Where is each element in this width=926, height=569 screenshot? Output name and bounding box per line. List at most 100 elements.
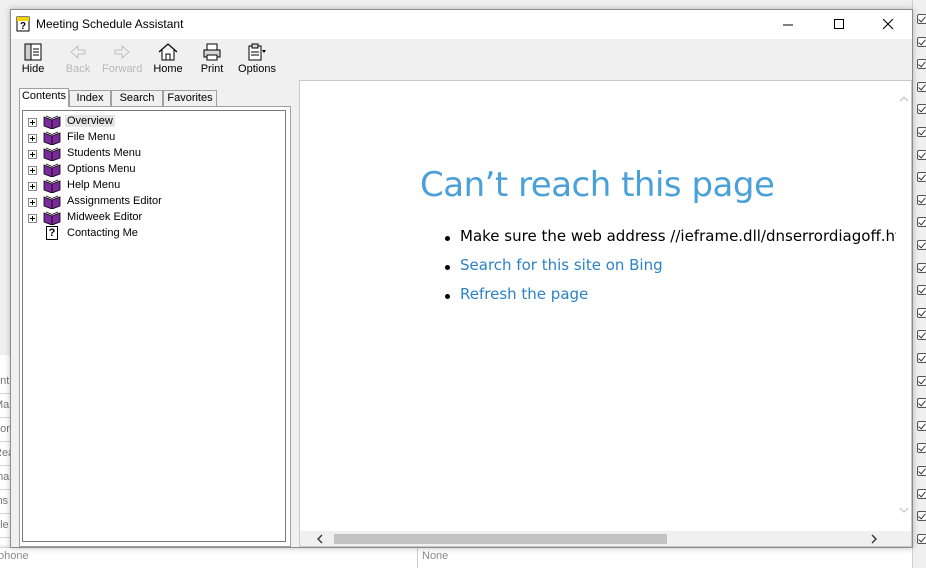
maximize-button[interactable] [816, 10, 862, 39]
background-checkbox[interactable] [917, 172, 926, 183]
search-bing-link[interactable]: Search for this site on Bing [460, 256, 663, 274]
refresh-page-link[interactable]: Refresh the page [460, 285, 588, 303]
tab-index[interactable]: Index [69, 90, 111, 106]
svg-text:?: ? [20, 21, 26, 32]
background-checkbox[interactable] [917, 14, 926, 24]
background-checkbox[interactable] [917, 488, 926, 499]
background-checkbox[interactable] [917, 511, 926, 522]
tab-contents-label: Contents [21, 90, 67, 102]
expand-toggle[interactable] [28, 214, 37, 223]
expand-toggle[interactable] [28, 198, 37, 207]
background-checkbox[interactable] [917, 398, 926, 409]
background-checkbox[interactable] [917, 127, 926, 137]
tree-item-label: Contacting Me [67, 227, 138, 239]
maximize-icon [833, 19, 844, 29]
background-checkbox[interactable] [917, 104, 926, 115]
scroll-down-icon[interactable] [899, 506, 909, 514]
background-checkbox[interactable] [917, 466, 926, 476]
background-checkbox[interactable] [917, 330, 926, 341]
tree-item-file-menu[interactable]: File Menu [23, 130, 283, 146]
expand-toggle[interactable] [28, 118, 37, 127]
forward-button-label: Forward [102, 63, 143, 75]
tree-item-label: Midweek Editor [67, 211, 143, 223]
book-icon [43, 115, 61, 129]
background-checkbox[interactable] [917, 443, 926, 454]
background-none-field[interactable]: None [422, 550, 448, 562]
minimize-button[interactable] [765, 10, 811, 39]
back-button[interactable]: Back [63, 41, 93, 79]
hide-icon [24, 43, 42, 61]
background-checkbox[interactable] [917, 240, 926, 250]
help-file-icon: ? [16, 16, 30, 32]
background-phone-label: ohone [0, 550, 29, 562]
horizontal-scrollbar[interactable] [300, 531, 896, 546]
tree-item-label: File Menu [67, 131, 116, 143]
contents-tree-frame: Overview File Menu Students Menu Options… [19, 106, 291, 547]
tree-item-help-menu[interactable]: Help Menu [23, 178, 283, 194]
tree-item-label: Help Menu [67, 179, 121, 191]
web-address-hint: Make sure the web address //ieframe.dll/… [460, 227, 912, 245]
background-checkbox[interactable] [917, 420, 926, 431]
expand-toggle[interactable] [28, 134, 37, 143]
content-pane: Can’t reach this page Make sure the web … [299, 80, 912, 547]
print-button-label: Print [200, 63, 224, 75]
options-icon [248, 43, 266, 61]
home-icon [158, 43, 178, 61]
background-checkbox[interactable] [917, 353, 926, 363]
scroll-right-icon[interactable] [870, 534, 878, 544]
tree-item-label: Assignments Editor [67, 195, 162, 207]
tree-item-contacting-me[interactable]: ? Contacting Me [23, 226, 283, 242]
title-bar[interactable]: ? Meeting Schedule Assistant [11, 10, 912, 39]
background-checkbox[interactable] [917, 285, 926, 296]
expand-toggle[interactable] [28, 182, 37, 191]
horizontal-scroll-thumb[interactable] [334, 534, 667, 544]
hide-button[interactable]: Hide [18, 41, 48, 79]
background-checkbox[interactable] [917, 375, 926, 386]
book-icon [43, 211, 61, 225]
tree-item-options-menu[interactable]: Options Menu [23, 162, 283, 178]
error-title: Can’t reach this page [420, 165, 775, 205]
tree-item-assignments-editor[interactable]: Assignments Editor [23, 194, 283, 210]
hide-button-label: Hide [21, 63, 45, 75]
background-checkbox[interactable] [917, 307, 926, 318]
contents-tree[interactable]: Overview File Menu Students Menu Options… [22, 110, 286, 542]
help-page-icon: ? [46, 226, 58, 240]
background-checkbox[interactable] [917, 81, 926, 92]
forward-arrow-icon [114, 44, 130, 60]
background-checkbox[interactable] [917, 217, 926, 228]
background-checkbox[interactable] [917, 149, 926, 160]
tree-item-students-menu[interactable]: Students Menu [23, 146, 283, 162]
book-icon [43, 195, 61, 209]
background-checkbox[interactable] [917, 59, 926, 70]
back-arrow-icon [70, 44, 86, 60]
tree-item-midweek-editor[interactable]: Midweek Editor [23, 210, 283, 226]
home-button[interactable]: Home [151, 41, 185, 79]
background-checkbox[interactable] [917, 36, 926, 47]
book-icon [43, 179, 61, 193]
print-button[interactable]: Print [197, 41, 227, 79]
background-divider [417, 547, 418, 568]
scroll-left-icon[interactable] [316, 534, 324, 544]
close-button[interactable] [865, 10, 911, 39]
bullet-marker [445, 236, 450, 241]
tab-favorites[interactable]: Favorites [163, 90, 217, 106]
forward-button[interactable]: Forward [102, 41, 142, 79]
tree-item-overview[interactable]: Overview [23, 114, 283, 130]
background-checkbox[interactable] [917, 533, 926, 544]
close-icon [882, 19, 893, 30]
vertical-scrollbar[interactable] [896, 81, 911, 531]
printer-icon [203, 43, 221, 61]
tab-favorites-label: Favorites [167, 92, 213, 104]
tab-index-label: Index [76, 92, 104, 104]
background-checkbox[interactable] [917, 262, 926, 273]
tab-contents[interactable]: Contents [19, 88, 69, 107]
tab-search[interactable]: Search [111, 90, 163, 106]
tree-item-label: Overview [65, 115, 115, 127]
toolbar: Hide Back Forward Home Print Options [11, 39, 912, 80]
background-checkbox[interactable] [917, 194, 926, 205]
scroll-up-icon[interactable] [899, 95, 909, 103]
expand-toggle[interactable] [28, 150, 37, 159]
back-button-label: Back [65, 63, 91, 75]
options-button[interactable]: Options [236, 41, 278, 79]
expand-toggle[interactable] [28, 166, 37, 175]
